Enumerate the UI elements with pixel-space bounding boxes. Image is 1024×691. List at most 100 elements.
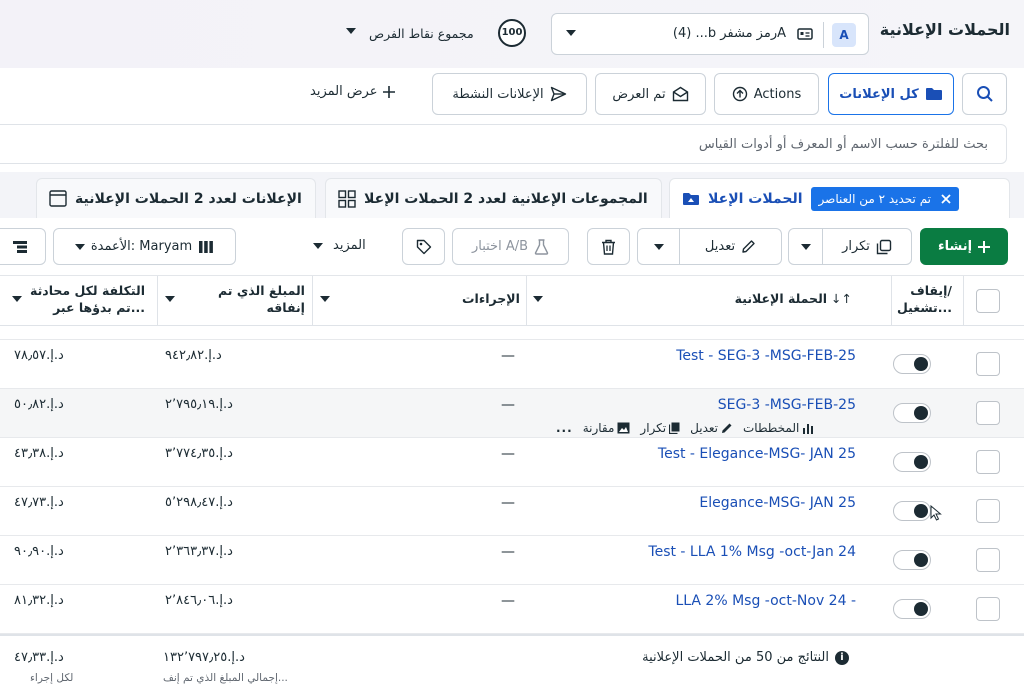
duplicate-button[interactable]: تكرار: [788, 228, 912, 265]
edit-dropdown[interactable]: [638, 229, 680, 264]
campaign-column-header[interactable]: الحملة الإعلانية ↓↑: [735, 290, 852, 307]
folder-icon: [683, 192, 699, 205]
actions-column-header[interactable]: الإجراءات: [462, 290, 520, 307]
grid-icon: [338, 189, 356, 208]
opportunity-score-label[interactable]: مجموع نقاط الفرص: [369, 26, 474, 41]
amount-spent: د.إ.‏٩٤٢٫٨٢: [165, 348, 222, 363]
bar-chart-icon: [803, 424, 814, 434]
results-label: النتائج من 50 من الحملات الإعلانية: [642, 650, 829, 665]
toggle-column-header[interactable]: إيقاف/ تشغيل...: [890, 282, 952, 316]
chevron-down-icon: [800, 243, 811, 250]
row-checkbox[interactable]: [976, 499, 1000, 523]
campaign-name-link[interactable]: Test - SEG-3 -MSG-FEB-25: [676, 348, 856, 364]
chevron-down-icon: [566, 30, 576, 36]
campaign-toggle[interactable]: [893, 452, 931, 472]
campaign-toggle[interactable]: [893, 599, 931, 619]
pencil-icon: [742, 240, 755, 253]
compare-action[interactable]: مقارنة: [583, 421, 631, 435]
chevron-down-icon[interactable]: [320, 296, 330, 302]
breakdown-button[interactable]: [0, 228, 46, 265]
edit-button[interactable]: تعديل: [637, 228, 782, 265]
results-summary: النتائج من 50 من الحملات الإعلانية i: [642, 650, 849, 665]
chevron-down-icon[interactable]: [165, 296, 175, 302]
cost-per-conversation: د.إ.‏٨١٫٣٢: [14, 593, 64, 608]
campaign-name-link[interactable]: Test - LLA 1% Msg -oct-Jan 24: [648, 544, 856, 560]
cpc-column-header[interactable]: التكلفة لكل محادثة تم بدؤها عبر...: [30, 282, 145, 316]
tab-campaigns[interactable]: الحملات الإعلا تم تحديد ٢ من العناصر: [669, 178, 1010, 218]
chevron-down-icon: [313, 242, 323, 249]
chevron-down-icon[interactable]: [533, 296, 543, 302]
amount-spent: د.إ.‏٢٬٨٤٦٫٠٦: [165, 593, 233, 608]
total-cpc: د.إ.‏٤٧٫٣٣: [14, 650, 64, 665]
edit-action[interactable]: تعديل: [690, 421, 733, 435]
table-row[interactable]: Test - LLA 1% Msg -oct-Jan 24 — د.إ.‏٢٬٣…: [0, 536, 1024, 585]
tab-adsets[interactable]: المجموعات الإعلانية لعدد 2 الحملات الإعل…: [325, 178, 662, 218]
viewed-filter[interactable]: تم العرض: [595, 73, 706, 115]
tag-button[interactable]: [402, 228, 445, 265]
amount-spent: د.إ.‏٥٬٢٩٨٫٤٧: [165, 495, 233, 510]
campaign-toggle[interactable]: [893, 501, 931, 521]
campaign-toggle[interactable]: [893, 403, 931, 423]
table-row[interactable]: Test - Elegance-MSG- JAN 25 — د.إ.‏٣٬٧٧٤…: [0, 438, 1024, 487]
columns-label: الأعمدة: Maryam: [90, 239, 193, 254]
table-row[interactable]: LLA 2% Msg -oct-Nov 24 - — د.إ.‏٢٬٨٤٦٫٠٦…: [0, 585, 1024, 634]
row-checkbox[interactable]: [976, 401, 1000, 425]
breakdown-icon: [13, 240, 27, 253]
amount-spent: د.إ.‏٢٬٣٦٣٫٣٧: [165, 544, 233, 559]
delete-button[interactable]: [587, 228, 630, 265]
create-button[interactable]: إنشاء: [920, 228, 1008, 265]
table-row[interactable]: Test - SEG-3 -MSG-FEB-25 — د.إ.‏٩٤٢٫٨٢ د…: [0, 340, 1024, 389]
info-icon[interactable]: i: [835, 650, 849, 665]
campaign-toggle[interactable]: [893, 354, 931, 374]
table-row[interactable]: SEG-3 -MSG-FEB-25 — د.إ.‏٢٬٧٩٥٫١٩ د.إ.‏٥…: [0, 389, 1024, 438]
row-actions-value: —: [501, 397, 515, 413]
view-more-label: عرض المزيد: [310, 84, 378, 99]
more-dropdown[interactable]: المزيد: [313, 238, 366, 253]
compare-label: مقارنة: [582, 421, 615, 435]
campaign-name-link[interactable]: Test - Elegance-MSG- JAN 25: [658, 446, 856, 462]
all-ads-filter[interactable]: كل الإعلانات: [828, 73, 954, 115]
column-divider: [891, 276, 892, 326]
search-input[interactable]: بحث للفلترة حسب الاسم أو المعرف أو أدوات…: [0, 124, 1007, 164]
row-checkbox[interactable]: [976, 548, 1000, 572]
row-actions-value: —: [501, 593, 515, 609]
charts-action[interactable]: المخططات: [743, 421, 814, 435]
copy-icon: [669, 422, 680, 434]
search-button[interactable]: [962, 73, 1007, 115]
account-selector[interactable]: A (4) ...b ‫Aرمز مشفر‬: [551, 13, 869, 55]
columns-button[interactable]: الأعمدة: Maryam: [53, 228, 236, 265]
duplicate-action[interactable]: تكرار: [640, 421, 680, 435]
campaign-name-link[interactable]: Elegance-MSG- JAN 25: [699, 495, 856, 511]
active-ads-filter[interactable]: الإعلانات النشطة: [432, 73, 587, 115]
more-actions-button[interactable]: ...: [556, 421, 573, 435]
opportunity-score-badge[interactable]: 100: [498, 19, 526, 47]
spent-column-header[interactable]: المبلغ الذي تم إنفاقه: [218, 282, 305, 316]
campaign-name-link[interactable]: LLA 2% Msg -oct-Nov 24 -: [675, 593, 856, 609]
selection-chip[interactable]: تم تحديد ٢ من العناصر: [810, 186, 960, 211]
send-icon: [550, 86, 566, 102]
campaign-toggle[interactable]: [893, 550, 931, 570]
sort-icon: ↓↑: [831, 291, 852, 306]
row-checkbox[interactable]: [976, 352, 1000, 376]
arrow-up-circle-icon: [732, 86, 747, 102]
viewed-label: تم العرض: [612, 86, 666, 102]
campaign-name-link[interactable]: SEG-3 -MSG-FEB-25: [718, 397, 856, 413]
tab-ads[interactable]: الإعلانات لعدد 2 الحملات الإعلانية: [36, 178, 316, 218]
active-ads-label: الإعلانات النشطة: [452, 86, 544, 102]
actions-filter[interactable]: Actions: [714, 73, 819, 115]
row-actions-value: —: [501, 495, 515, 511]
view-more-button[interactable]: عرض المزيد: [310, 84, 396, 99]
amount-spent: د.إ.‏٣٬٧٧٤٫٣٥: [165, 446, 233, 461]
ab-test-label: اختبار A/B: [471, 239, 529, 254]
ab-test-button[interactable]: اختبار A/B: [452, 228, 569, 265]
chevron-down-icon[interactable]: [346, 28, 356, 34]
chevron-down-icon[interactable]: [12, 296, 22, 302]
folder-icon: [925, 88, 942, 100]
row-checkbox[interactable]: [976, 597, 1000, 621]
more-label: المزيد: [333, 238, 366, 253]
duplicate-dropdown[interactable]: [789, 229, 823, 264]
table-row[interactable]: Elegance-MSG- JAN 25 — د.إ.‏٥٬٢٩٨٫٤٧ د.إ…: [0, 487, 1024, 536]
select-all-checkbox[interactable]: [976, 289, 1000, 313]
cost-per-conversation: د.إ.‏٤٧٫٧٣: [14, 495, 64, 510]
row-checkbox[interactable]: [976, 450, 1000, 474]
